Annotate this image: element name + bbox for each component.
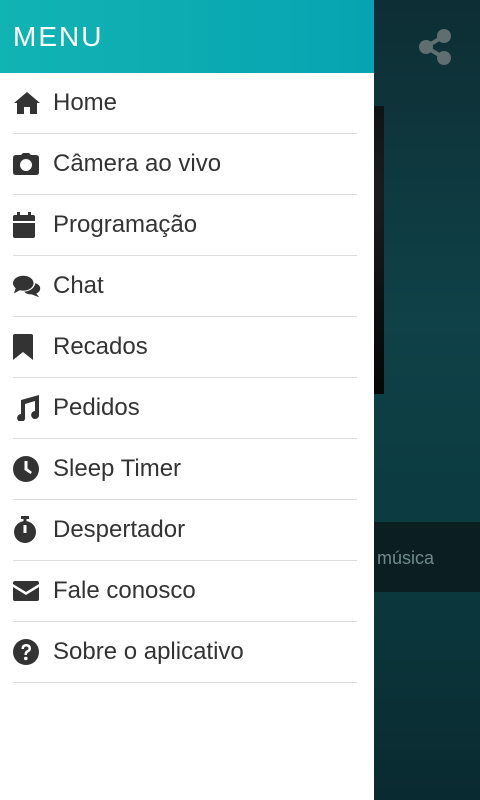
menu-item-schedule[interactable]: Programação	[13, 195, 357, 256]
menu-item-about[interactable]: Sobre o aplicativo	[13, 622, 357, 683]
drawer-header: MENU	[0, 0, 374, 73]
menu-item-label: Pedidos	[53, 394, 140, 421]
menu-item-requests[interactable]: Pedidos	[13, 378, 357, 439]
bookmark-icon	[13, 333, 41, 361]
clock-icon	[13, 455, 41, 483]
menu-item-home[interactable]: Home	[13, 73, 357, 134]
menu-item-label: Recados	[53, 333, 148, 360]
stopwatch-icon	[13, 516, 41, 544]
menu-item-alarm[interactable]: Despertador	[13, 500, 357, 561]
chat-icon	[13, 272, 41, 300]
menu-list: Home Câmera ao vivo Programação Chat Rec	[0, 73, 374, 683]
camera-icon	[13, 150, 41, 178]
menu-item-label: Chat	[53, 272, 104, 299]
music-icon	[13, 394, 41, 422]
menu-item-label: Despertador	[53, 516, 186, 543]
menu-item-label: Fale conosco	[53, 577, 196, 604]
drawer-title: MENU	[13, 20, 104, 52]
envelope-icon	[13, 577, 41, 605]
menu-item-messages[interactable]: Recados	[13, 317, 357, 378]
home-icon	[13, 89, 41, 117]
share-button[interactable]	[414, 26, 456, 68]
menu-item-label: Sleep Timer	[53, 455, 182, 482]
menu-item-chat[interactable]: Chat	[13, 256, 357, 317]
menu-item-camera[interactable]: Câmera ao vivo	[13, 134, 357, 195]
calendar-icon	[13, 211, 41, 239]
menu-item-label: Programação	[53, 211, 198, 238]
menu-item-contact[interactable]: Fale conosco	[13, 561, 357, 622]
navigation-drawer: MENU Home Câmera ao vivo Programação Cha…	[0, 0, 374, 800]
menu-item-label: Câmera ao vivo	[53, 150, 222, 177]
share-icon	[419, 29, 451, 65]
menu-item-label: Home	[53, 89, 118, 116]
menu-item-label: Sobre o aplicativo	[53, 638, 244, 665]
question-icon	[13, 638, 41, 666]
menu-item-sleep-timer[interactable]: Sleep Timer	[13, 439, 357, 500]
